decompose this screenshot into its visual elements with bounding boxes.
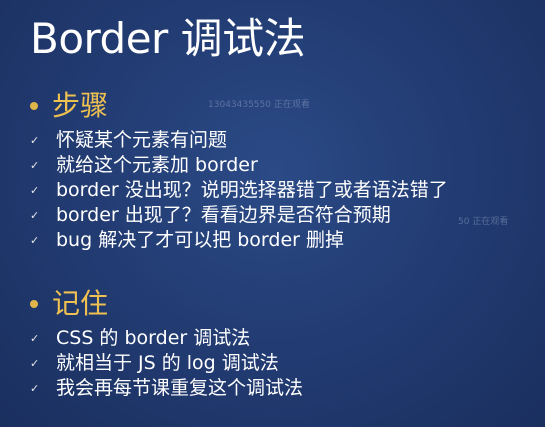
check-icon: ✓ [30,134,40,147]
check-icon: ✓ [30,382,40,395]
list-item: ✓ 我会再每节课重复这个调试法 [30,376,545,401]
list-item-text: CSS 的 border 调试法 [56,327,251,349]
check-icon: ✓ [30,332,40,345]
bullet-dot-icon [30,300,38,308]
section-title-remember: 记住 [52,287,109,320]
bullet-dot-icon [30,102,38,110]
section-header: 记住 [30,286,545,322]
section-remember: 记住 ✓ CSS 的 border 调试法 ✓ 就相当于 JS 的 log 调试… [30,286,545,401]
list-item-text: bug 解决了才可以把 border 删掉 [56,229,345,251]
check-icon: ✓ [30,357,40,370]
viewer-watermark: 50 正在观看 [458,217,509,227]
list-item: ✓ border 没出现？说明选择器错了或者语法错了 [30,178,545,203]
list-item: ✓ 就给这个元素加 border [30,153,545,178]
check-icon: ✓ [30,209,40,222]
slide-title: Border 调试法 [30,14,306,63]
check-icon: ✓ [30,234,40,247]
check-icon: ✓ [30,159,40,172]
section-steps: 步骤 ✓ 怀疑某个元素有问题 ✓ 就给这个元素加 border ✓ border… [30,88,545,253]
list-item-text: 怀疑某个元素有问题 [56,129,228,151]
list-item: ✓ bug 解决了才可以把 border 删掉 [30,228,545,253]
list-item-text: 就给这个元素加 border [56,154,258,176]
viewer-watermark: 13043435550 正在观看 [208,100,310,110]
check-icon: ✓ [30,184,40,197]
list-item-text: 就相当于 JS 的 log 调试法 [56,352,279,374]
list-item-text: border 没出现？说明选择器错了或者语法错了 [56,179,448,201]
list-item-text: border 出现了？看看边界是否符合预期 [56,204,391,226]
step-list: ✓ 怀疑某个元素有问题 ✓ 就给这个元素加 border ✓ border 没出… [30,128,545,253]
list-item: ✓ CSS 的 border 调试法 [30,326,545,351]
section-title-steps: 步骤 [52,89,109,122]
list-item: ✓ 怀疑某个元素有问题 [30,128,545,153]
list-item-text: 我会再每节课重复这个调试法 [56,377,304,399]
remember-list: ✓ CSS 的 border 调试法 ✓ 就相当于 JS 的 log 调试法 ✓… [30,326,545,401]
list-item: ✓ 就相当于 JS 的 log 调试法 [30,351,545,376]
